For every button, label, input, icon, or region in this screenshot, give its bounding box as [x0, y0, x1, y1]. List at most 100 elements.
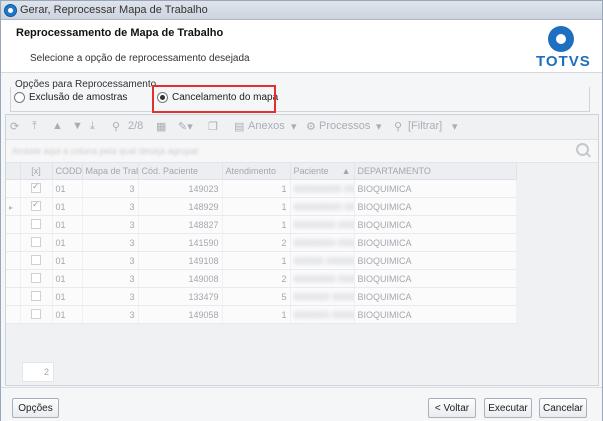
column-header-departamento[interactable]: DEPARTAMENTO	[354, 163, 517, 180]
atendimento-cell: 1	[222, 179, 291, 198]
cod-paciente-cell: 133479	[138, 287, 223, 306]
row-select-cell[interactable]	[20, 305, 53, 324]
paciente-name: XXXXXX XXXXXX XXXXXXX	[293, 291, 354, 302]
table-row[interactable]: 0131490082XXXXXXX XXXXXX XXXXXXBIOQUIMIC…	[6, 269, 598, 288]
table-row[interactable]: 0131488271XXXXXXX XXXXXX XXXXXX XXXXXBIO…	[6, 215, 598, 234]
row-indicator	[6, 287, 21, 306]
filter-icon[interactable]: ⚲	[394, 120, 402, 133]
radio-exclusao-label[interactable]: Exclusão de amostras	[29, 92, 127, 103]
processos-dropdown-icon[interactable]: ▾	[376, 120, 382, 133]
row-select-cell[interactable]	[20, 251, 53, 270]
table-row[interactable]: 0131490231XXXXXXXX XXXXXX XXXXXXXBIOQUIM…	[6, 179, 598, 198]
indicator-header	[6, 163, 21, 180]
sort-asc-icon: ▲	[341, 166, 351, 176]
last-record-icon[interactable]: ⤓	[90, 120, 95, 133]
search-icon[interactable]	[576, 143, 589, 156]
radio-exclusao[interactable]	[14, 92, 25, 103]
first-record-icon[interactable]: ⤒	[32, 120, 37, 133]
table-row[interactable]: 0131491081XXXXX XXXXXXBIOQUIMICA	[6, 251, 598, 270]
column-header-mapa[interactable]: Mapa de Trabalho	[82, 163, 139, 180]
processes-icon[interactable]: ⚙	[306, 120, 316, 133]
column-header-coddepto[interactable]: CODDEPTO	[52, 163, 83, 180]
column-header-select[interactable]: [x]	[20, 163, 53, 180]
paciente-cell: XXXXXXXX XXXXXX XXXXXXX	[290, 179, 355, 198]
mapa-cell: 3	[82, 215, 139, 234]
filtrar-button[interactable]: [Filtrar]	[408, 120, 442, 132]
header-title: Reprocessamento de Mapa de Trabalho	[16, 27, 224, 39]
column-header-cod-paciente[interactable]: Cód. Paciente	[138, 163, 223, 180]
atendimento-cell: 1	[222, 251, 291, 270]
row-checkbox[interactable]	[31, 272, 41, 283]
edit-icon[interactable]: ✎▾	[178, 120, 193, 133]
anexos-button[interactable]: Anexos	[248, 120, 285, 132]
filtrar-dropdown-icon[interactable]: ▾	[452, 120, 458, 133]
dialog-window: Gerar, Reprocessar Mapa de Trabalho Repr…	[0, 0, 603, 421]
row-select-cell[interactable]	[20, 287, 53, 306]
next-record-icon[interactable]: ▼	[72, 120, 83, 132]
column-header-atendimento[interactable]: Atendimento	[222, 163, 291, 180]
attachment-icon[interactable]: ▤	[234, 120, 244, 133]
departamento-cell: BIOQUIMICA	[354, 305, 517, 324]
table-row[interactable]: 0131415902XXXXXXX XXXXXXX XXXXXBIOQUIMIC…	[6, 233, 598, 252]
row-select-cell[interactable]	[20, 269, 53, 288]
title-bar: Gerar, Reprocessar Mapa de Trabalho	[1, 1, 602, 20]
row-indicator	[6, 179, 21, 198]
paciente-cell: XXXXX XXXXXX	[290, 251, 355, 270]
grid-toolbar: ⟳ ⤒ ▲ ▼ ⤓ ⚲ 2/8 ▦ ✎▾ ❐ ▤ Anexos ▾ ⚙ Proc…	[6, 115, 598, 140]
grid-header-row: [x] CODDEPTO Mapa de Trabalho Cód. Pacie…	[6, 163, 598, 180]
paciente-cell: XXXXXXXX XX XXXX XXXXXXX	[290, 197, 355, 216]
paciente-name: XXXXXXX XXXXXX XXXXXX	[293, 273, 354, 284]
cod-paciente-cell: 148827	[138, 215, 223, 234]
group-by-bar[interactable]: Arraste aqui a coluna pela qual deseja a…	[6, 140, 598, 163]
grid-footer-count: 2	[22, 362, 54, 382]
row-checkbox[interactable]	[31, 236, 41, 247]
refresh-icon[interactable]: ⟳	[10, 120, 19, 133]
atendimento-cell: 5	[222, 287, 291, 306]
coddepto-cell: 01	[52, 179, 83, 198]
coddepto-cell: 01	[52, 287, 83, 306]
atendimento-cell: 2	[222, 269, 291, 288]
row-select-cell[interactable]	[20, 233, 53, 252]
paciente-cell: XXXXXXX XXXXXX XXXXXX	[290, 269, 355, 288]
cancelar-button[interactable]: Cancelar	[539, 398, 587, 418]
processos-button[interactable]: Processos	[319, 120, 370, 132]
app-icon	[4, 4, 17, 17]
coddepto-cell: 01	[52, 197, 83, 216]
bottom-bar: Opções < Voltar Executar Cancelar	[1, 387, 602, 421]
page-indicator: 2/8	[128, 120, 144, 132]
table-row[interactable]: ▸ 0131489291XXXXXXXX XX XXXX XXXXXXXBIOQU…	[6, 197, 598, 216]
atendimento-cell: 1	[222, 305, 291, 324]
cod-paciente-cell: 149023	[138, 179, 223, 198]
logo-text: TOTVS	[536, 53, 591, 70]
opcoes-button[interactable]: Opções	[12, 398, 59, 418]
anexos-dropdown-icon[interactable]: ▾	[291, 120, 297, 133]
row-checkbox[interactable]	[31, 218, 41, 229]
paciente-name: XXXXXXXX XX XXXX XXXXXXX	[293, 201, 354, 212]
voltar-button[interactable]: < Voltar	[428, 398, 476, 418]
row-checkbox[interactable]	[31, 181, 41, 193]
mapa-cell: 3	[82, 251, 139, 270]
column-header-paciente[interactable]: Paciente ▲	[290, 163, 355, 180]
row-select-cell[interactable]	[20, 197, 53, 216]
coddepto-cell: 01	[52, 305, 83, 324]
data-grid: [x] CODDEPTO Mapa de Trabalho Cód. Pacie…	[6, 163, 598, 324]
copy-icon[interactable]: ❐	[208, 120, 218, 133]
table-icon[interactable]: ▦	[156, 120, 166, 133]
row-checkbox[interactable]	[31, 290, 41, 301]
previous-record-icon[interactable]: ▲	[52, 120, 63, 132]
paciente-cell: XXXXXX XXXXX XXXXXXX	[290, 305, 355, 324]
table-row[interactable]: 0131490581XXXXXX XXXXX XXXXXXXBIOQUIMICA	[6, 305, 598, 324]
table-row[interactable]: 0131334795XXXXXX XXXXXX XXXXXXXBIOQUIMIC…	[6, 287, 598, 306]
mapa-cell: 3	[82, 305, 139, 324]
row-select-cell[interactable]	[20, 215, 53, 234]
highlight-box	[152, 85, 276, 113]
executar-button[interactable]: Executar	[484, 398, 532, 418]
coddepto-cell: 01	[52, 251, 83, 270]
row-checkbox[interactable]	[31, 254, 41, 265]
mapa-cell: 3	[82, 197, 139, 216]
row-checkbox[interactable]	[31, 199, 41, 211]
binoculars-icon[interactable]: ⚲	[112, 120, 120, 133]
row-checkbox[interactable]	[31, 308, 41, 319]
paciente-name: XXXXX XXXXXX	[293, 255, 354, 266]
row-select-cell[interactable]	[20, 179, 53, 198]
